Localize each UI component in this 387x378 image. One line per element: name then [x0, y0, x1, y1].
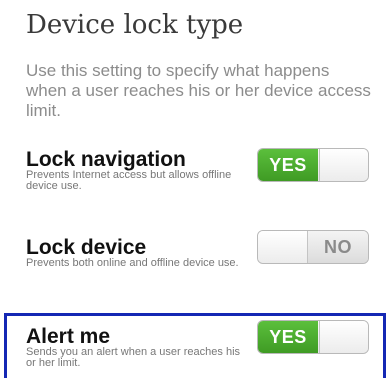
device-lock-panel: Device lock type Use this setting to spe…	[0, 0, 387, 378]
toggle-knob[interactable]	[319, 321, 368, 353]
toggle-knob[interactable]	[258, 231, 308, 263]
lock-navigation-toggle[interactable]: YES	[257, 148, 369, 182]
setting-alert-me: Alert me Sends you an alert when a user …	[26, 320, 376, 378]
setting-description: Prevents both online and offline device …	[26, 257, 239, 269]
toggle-yes-label: YES	[258, 321, 318, 353]
intro-text: Use this setting to specify what happens…	[26, 61, 371, 120]
toggle-yes-label: YES	[258, 149, 318, 181]
lock-device-toggle[interactable]: NO	[257, 230, 369, 264]
setting-description: Sends you an alert when a user reaches h…	[26, 346, 241, 369]
alert-me-toggle[interactable]: YES	[257, 320, 369, 354]
setting-description: Prevents Internet access but allows offl…	[26, 169, 232, 192]
toggle-no-label: NO	[308, 231, 368, 263]
page-title: Device lock type	[26, 10, 244, 40]
setting-lock-device: Lock device Prevents both online and off…	[26, 230, 376, 296]
setting-lock-navigation: Lock navigation Prevents Internet access…	[26, 148, 376, 208]
toggle-knob[interactable]	[319, 149, 368, 181]
